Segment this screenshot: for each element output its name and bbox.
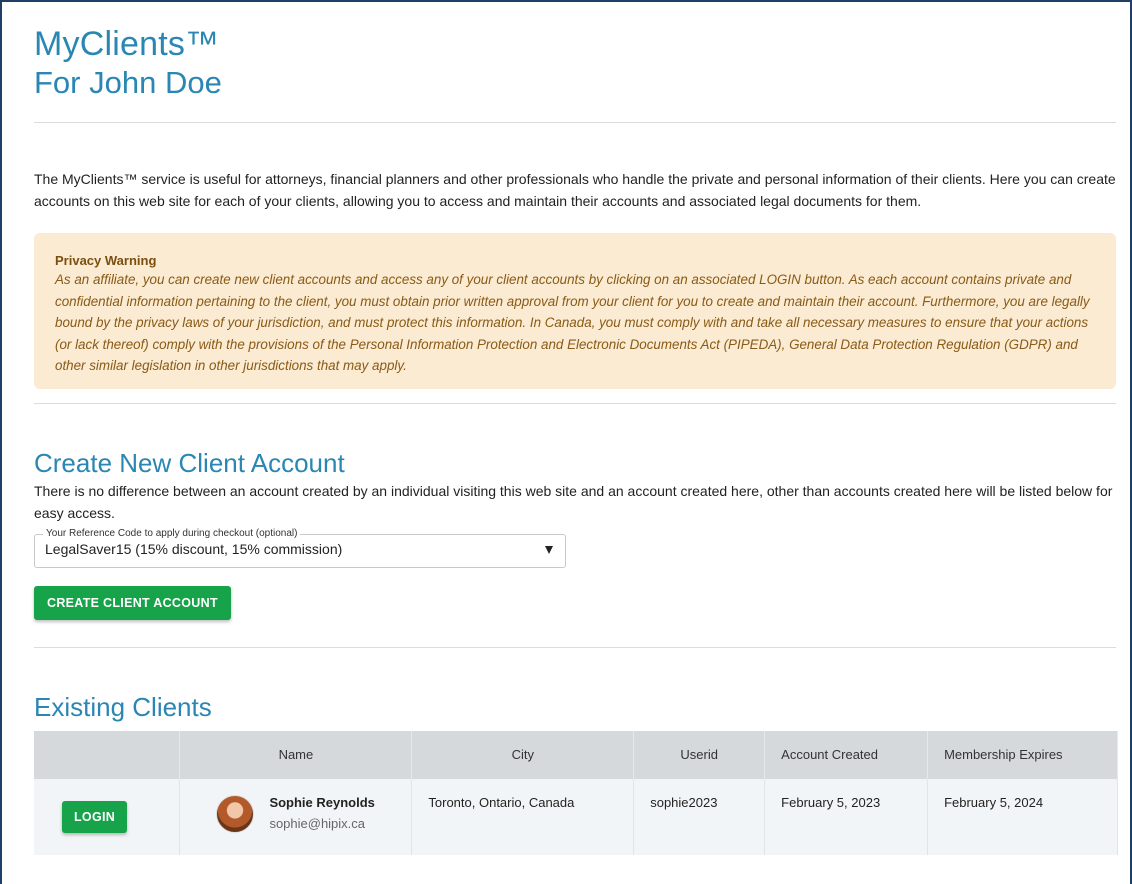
client-email: sophie@hipix.ca <box>269 815 366 831</box>
login-button[interactable]: LOGIN <box>62 800 128 833</box>
client-city: Toronto, Ontario, Canada <box>411 778 635 855</box>
privacy-warning-title: Privacy Warning <box>55 253 157 268</box>
column-header-membership-expires: Membership Expires <box>927 730 1118 779</box>
client-account-created: February 5, 2023 <box>764 778 929 855</box>
column-header-userid: Userid <box>633 730 766 779</box>
table-row: LOGIN Sophie Reynolds sophie@hipix.ca To… <box>34 778 1118 855</box>
create-account-heading: Create New Client Account <box>34 447 345 478</box>
login-cell: LOGIN <box>34 778 181 855</box>
dropdown-arrow-icon <box>545 545 553 554</box>
page-title: MyClients™ <box>34 25 220 63</box>
privacy-warning: Privacy Warning As an affiliate, you can… <box>34 233 1116 389</box>
reference-code-value: LegalSaver15 (15% discount, 15% commissi… <box>45 540 343 557</box>
create-account-description: There is no difference between an accoun… <box>34 482 1113 521</box>
divider <box>34 646 1116 648</box>
page: MyClients™ For John Doe The MyClients™ s… <box>2 2 1130 855</box>
divider <box>34 122 1116 123</box>
column-header-account-created: Account Created <box>764 730 929 779</box>
create-client-account-button[interactable]: CREATE CLIENT ACCOUNT <box>34 585 231 620</box>
client-membership-expires: February 5, 2024 <box>927 778 1118 855</box>
table-header-row: Name City Userid Account Created Members… <box>34 730 1118 779</box>
divider <box>34 402 1116 404</box>
privacy-warning-body: As an affiliate, you can create new clie… <box>55 272 1090 373</box>
existing-clients-heading: Existing Clients <box>34 691 212 722</box>
intro-text: The MyClients™ service is useful for att… <box>34 171 1116 209</box>
column-header-name: Name <box>179 730 413 779</box>
column-header-action <box>34 730 181 779</box>
page-subtitle: For John Doe <box>34 65 222 100</box>
reference-code-select[interactable]: Your Reference Code to apply during chec… <box>34 527 566 568</box>
clients-table: Name City Userid Account Created Members… <box>34 730 1118 855</box>
client-userid: sophie2023 <box>633 778 766 855</box>
column-header-city: City <box>411 730 635 779</box>
reference-code-label: Your Reference Code to apply during chec… <box>43 527 301 540</box>
client-name: Sophie Reynolds <box>269 794 375 810</box>
avatar <box>216 794 255 833</box>
name-cell: Sophie Reynolds sophie@hipix.ca <box>179 778 413 855</box>
